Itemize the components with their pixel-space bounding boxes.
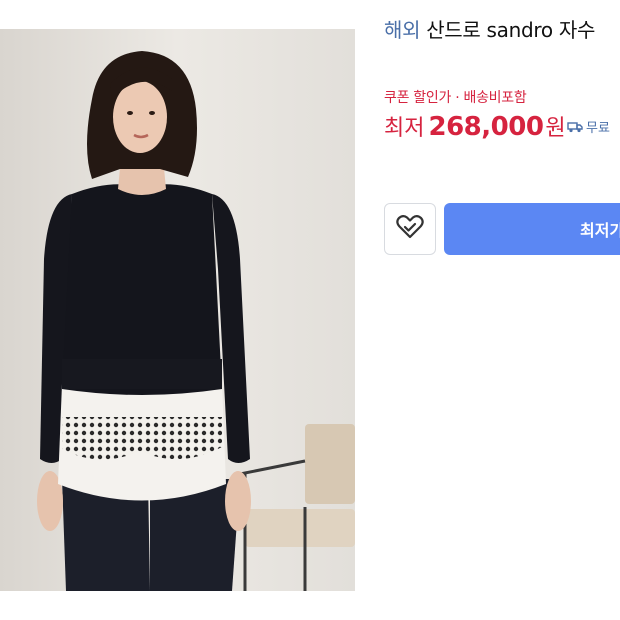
shipping-text: 무료 [586,121,610,136]
price-label: 최저 [384,116,425,141]
coupon-note: 쿠폰 할인가 · 배송비포함 [384,90,527,106]
product-image[interactable] [0,29,355,591]
price-row: 최저 268,000 원 [384,110,566,142]
heart-icon [396,214,424,244]
shipping-info: 무료 [567,117,610,136]
overseas-badge: 해외 [384,18,421,42]
wishlist-button[interactable] [384,203,436,255]
product-photo [0,29,355,591]
truck-icon [567,121,583,133]
product-title-text: 산드로 sandro 자수 [426,18,596,42]
price-value: 268,000 [428,112,544,142]
product-info: 해외 산드로 sandro 자수 쿠폰 할인가 · 배송비포함 최저 268,00… [384,0,620,300]
product-title[interactable]: 해외 산드로 sandro 자수 [384,14,595,43]
lowest-price-button[interactable]: 최저가 [444,203,620,255]
price-unit: 원 [545,116,566,141]
